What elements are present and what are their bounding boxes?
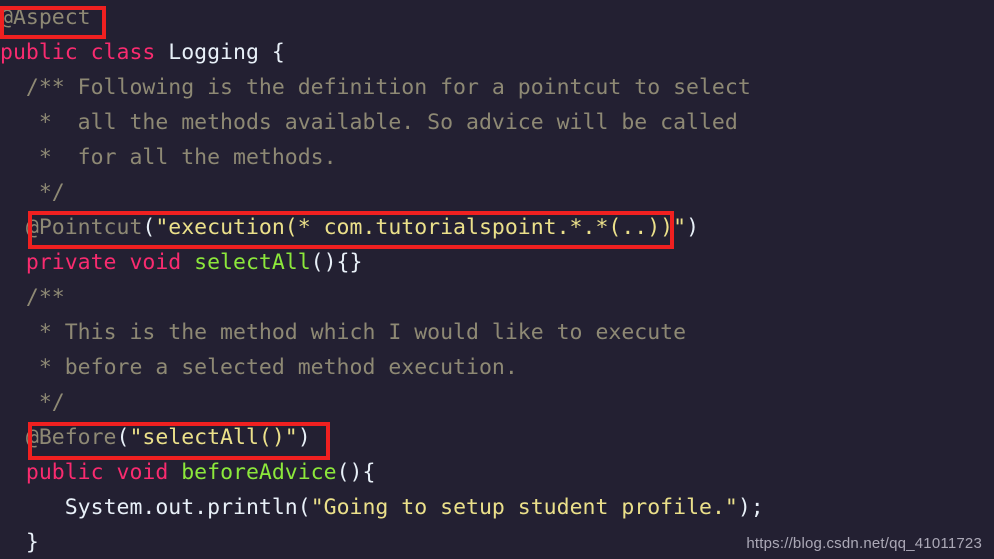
code-token: */ xyxy=(38,180,65,205)
code-line[interactable]: public class Logging { xyxy=(0,35,994,70)
code-token: ) xyxy=(297,425,311,450)
code-line[interactable]: * for all the methods. xyxy=(0,140,994,175)
code-token: selectAll xyxy=(194,250,311,275)
code-token: * before a selected method execution. xyxy=(38,355,518,380)
code-token: ( xyxy=(297,495,311,520)
code-line[interactable]: @Before("selectAll()") xyxy=(0,420,994,455)
code-token: ); xyxy=(737,495,764,520)
code-line[interactable]: /** Following is the definition for a po… xyxy=(0,70,994,105)
code-token: { xyxy=(258,40,285,65)
code-line[interactable]: * all the methods available. So advice w… xyxy=(0,105,994,140)
code-token: Logging xyxy=(168,40,259,65)
code-line[interactable]: public void beforeAdvice(){ xyxy=(0,455,994,490)
code-token: public class xyxy=(0,40,169,65)
code-screenshot: @Aspect public class Logging { /** Follow… xyxy=(0,0,994,559)
code-token: ( xyxy=(116,425,130,450)
code-token: beforeAdvice xyxy=(181,460,337,485)
code-token: (){ xyxy=(336,460,376,485)
code-token: @Aspect xyxy=(0,5,91,30)
code-line[interactable]: @Pointcut("execution(* com.tutorialspoin… xyxy=(0,210,994,245)
code-line[interactable]: /** xyxy=(0,280,994,315)
code-token: ( xyxy=(142,215,156,240)
watermark-text: https://blog.csdn.net/qq_41011723 xyxy=(746,535,982,552)
code-line[interactable]: private void selectAll(){} xyxy=(0,245,994,280)
code-token: private void xyxy=(25,250,195,275)
code-line[interactable]: * before a selected method execution. xyxy=(0,350,994,385)
code-token: public void xyxy=(25,460,182,485)
code-token: (){} xyxy=(310,250,363,275)
code-token: * for all the methods. xyxy=(38,145,337,170)
code-token: ) xyxy=(686,215,700,240)
code-token: * all the methods available. So advice w… xyxy=(38,110,738,135)
code-token: * This is the method which I would like … xyxy=(38,320,687,345)
code-token: "selectAll()" xyxy=(129,425,298,450)
code-line[interactable]: * This is the method which I would like … xyxy=(0,315,994,350)
code-token: } xyxy=(25,530,39,555)
code-token: @Before xyxy=(25,425,117,450)
code-token: System.out.println xyxy=(64,495,298,520)
code-line[interactable]: */ xyxy=(0,175,994,210)
code-block[interactable]: @Aspect public class Logging { /** Follow… xyxy=(0,0,994,559)
code-token: @Pointcut xyxy=(25,215,143,240)
code-token: */ xyxy=(38,390,65,415)
code-token: "execution(* com.tutorialspoint.*.*(..))… xyxy=(155,215,687,240)
code-line[interactable]: @Aspect xyxy=(0,0,994,35)
code-token: /** Following is the definition for a po… xyxy=(25,75,751,100)
code-token: /** xyxy=(25,285,65,310)
code-line[interactable]: */ xyxy=(0,385,994,420)
code-token: "Going to setup student profile." xyxy=(310,495,738,520)
code-line[interactable]: System.out.println("Going to setup stude… xyxy=(0,490,994,525)
